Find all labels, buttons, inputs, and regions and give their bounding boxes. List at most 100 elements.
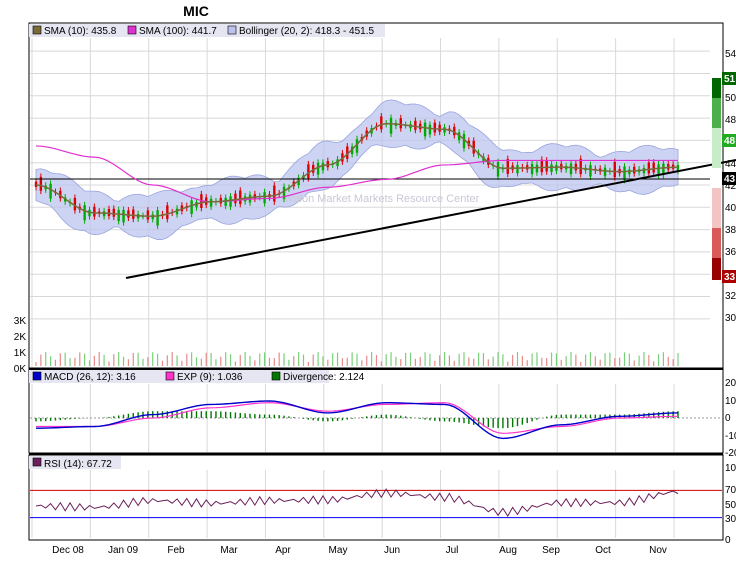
rsi-tick: 30 bbox=[725, 514, 736, 525]
volume-bar bbox=[336, 352, 339, 366]
legend-sma100: SMA (100): 441.7 bbox=[139, 26, 217, 37]
stock-chart: MIC Avalon Market Markets Resource Cente… bbox=[0, 0, 736, 572]
x-tick: Oct bbox=[595, 545, 611, 556]
candle-body bbox=[273, 185, 276, 202]
volume-bar bbox=[322, 356, 324, 366]
volume-bar bbox=[147, 357, 149, 366]
chart-title: MIC bbox=[183, 3, 209, 19]
volume-bar bbox=[220, 356, 222, 366]
candle-body bbox=[545, 160, 548, 172]
legend-swatch-rsi bbox=[32, 457, 42, 467]
rsi-tick: 100 bbox=[725, 463, 736, 474]
candle-body bbox=[423, 122, 427, 137]
volume-tick: 1K bbox=[14, 348, 27, 359]
volume-bar bbox=[405, 352, 407, 366]
volume-bar bbox=[113, 354, 115, 366]
candle-body bbox=[49, 183, 52, 199]
volume-bar bbox=[468, 357, 470, 366]
volume-bar bbox=[560, 359, 562, 366]
volume-bar bbox=[181, 360, 183, 366]
volume-tick: 0K bbox=[14, 364, 27, 375]
x-tick: Apr bbox=[275, 545, 291, 556]
volume-bar bbox=[40, 354, 42, 366]
volume-bar bbox=[633, 360, 635, 366]
volume-bar bbox=[195, 357, 198, 366]
rsi-panel-frame bbox=[28, 454, 724, 541]
candle-body bbox=[166, 205, 169, 220]
candle-body bbox=[156, 210, 159, 226]
volume-bar bbox=[317, 352, 319, 366]
chart-canvas: MIC Avalon Market Markets Resource Cente… bbox=[14, 3, 736, 556]
candle-body bbox=[234, 193, 237, 204]
main-legend: SMA (10): 435.8 SMA (100): 441.7 Bolling… bbox=[32, 25, 375, 37]
volume-bar bbox=[653, 361, 655, 366]
volume-bar bbox=[307, 361, 309, 366]
candle-body bbox=[540, 159, 544, 173]
price-tick: 360 bbox=[725, 247, 736, 258]
legend-exp: EXP (9): 1.036 bbox=[177, 372, 243, 383]
candle-body bbox=[190, 200, 193, 214]
price-scale-gradient bbox=[712, 78, 721, 280]
candle-body bbox=[73, 197, 77, 211]
volume-bar bbox=[458, 353, 460, 366]
candle-body bbox=[414, 120, 417, 130]
macd-tick: -20 bbox=[725, 448, 736, 459]
volume-bar bbox=[380, 361, 382, 366]
volume-bar bbox=[35, 362, 37, 366]
candle-body bbox=[316, 162, 320, 175]
candle-body bbox=[117, 209, 120, 222]
volume-bar bbox=[638, 355, 640, 366]
volume-bar bbox=[672, 359, 674, 366]
volume-tick: 3K bbox=[14, 316, 27, 327]
candle-body bbox=[307, 164, 310, 179]
volume-bar bbox=[341, 358, 344, 366]
volume-bar bbox=[395, 356, 397, 366]
volume-bar bbox=[293, 356, 295, 366]
candle-body bbox=[647, 162, 651, 174]
volume-bar bbox=[210, 353, 212, 366]
x-tick: Jun bbox=[384, 545, 400, 556]
volume-bar bbox=[118, 352, 120, 366]
volume-bar bbox=[327, 359, 329, 366]
volume-axis: 3K 2K 1K 0K bbox=[14, 316, 27, 375]
price-tick: 320 bbox=[725, 291, 736, 302]
volume-bar bbox=[98, 352, 100, 366]
volume-bar bbox=[502, 354, 504, 366]
volume-bar bbox=[298, 352, 300, 366]
candle-body bbox=[530, 163, 534, 175]
volume-bar bbox=[225, 352, 227, 366]
volume-bar bbox=[49, 356, 52, 366]
volume-bar bbox=[108, 361, 110, 366]
volume-bar bbox=[619, 357, 621, 366]
volume-bar bbox=[254, 360, 256, 366]
price-tick: 400 bbox=[725, 203, 736, 214]
volume-bar bbox=[244, 352, 246, 366]
volume-bar bbox=[215, 359, 217, 366]
candle-body bbox=[603, 167, 607, 177]
candle-body bbox=[657, 164, 660, 175]
x-tick: May bbox=[329, 545, 348, 556]
candle-body bbox=[263, 192, 266, 204]
volume-bar bbox=[512, 354, 514, 366]
x-tick: Mar bbox=[220, 545, 238, 556]
volume-bar bbox=[229, 354, 232, 366]
macd-legend: MACD (26, 12): 3.16 EXP (9): 1.036 Diver… bbox=[32, 371, 365, 383]
x-tick: Jul bbox=[446, 545, 459, 556]
legend-sma10: SMA (10): 435.8 bbox=[44, 26, 117, 37]
volume-bar bbox=[628, 353, 630, 366]
volume-bar bbox=[137, 352, 139, 366]
gradient-segment bbox=[712, 128, 721, 168]
candle-body bbox=[380, 116, 383, 130]
candle-body bbox=[389, 117, 393, 134]
volume-bar bbox=[643, 352, 645, 366]
volume-bar bbox=[191, 352, 193, 366]
macd-tick: 10 bbox=[725, 396, 736, 407]
candle-body bbox=[589, 165, 592, 177]
x-tick: Aug bbox=[499, 545, 517, 556]
gradient-segment bbox=[712, 98, 721, 128]
legend-swatch-bollinger bbox=[227, 25, 237, 35]
x-tick: Dec 08 bbox=[52, 545, 84, 556]
volume-bar bbox=[366, 355, 368, 366]
gradient-segment bbox=[712, 168, 721, 188]
volume-bar bbox=[249, 355, 251, 366]
